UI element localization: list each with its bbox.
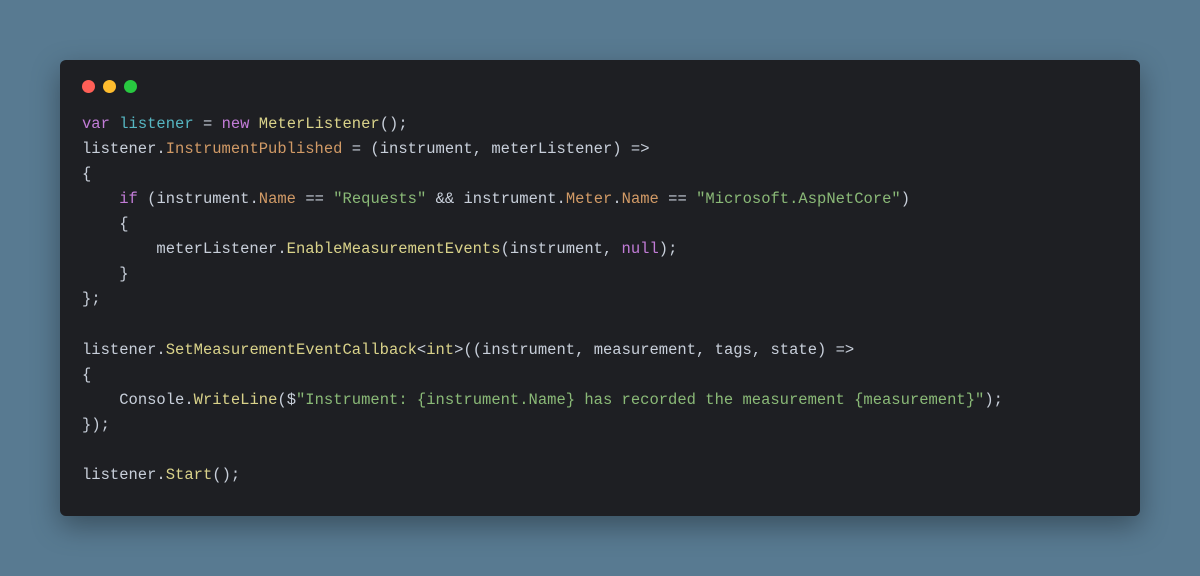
prop-meter: Meter xyxy=(566,190,613,208)
window-titlebar xyxy=(82,78,1118,96)
kw-var: var xyxy=(82,115,110,133)
prop-instrumentpublished: InstrumentPublished xyxy=(166,140,343,158)
code-block: var listener = new MeterListener(); list… xyxy=(82,112,1118,489)
fn-setmeasurementeventcallback: SetMeasurementEventCallback xyxy=(166,341,417,359)
traffic-light-zoom-icon[interactable] xyxy=(124,80,137,93)
str-aspnet: "Microsoft.AspNetCore" xyxy=(696,190,901,208)
fn-start: Start xyxy=(166,466,213,484)
code-window: var listener = new MeterListener(); list… xyxy=(60,60,1140,517)
fn-writeline: WriteLine xyxy=(194,391,278,409)
id-console: Console xyxy=(119,391,184,409)
id-listener: listener xyxy=(119,115,193,133)
param-measurement: measurement xyxy=(594,341,696,359)
fn-enablemeasurementevents: EnableMeasurementEvents xyxy=(287,240,501,258)
type-meterlistener: MeterListener xyxy=(259,115,380,133)
str-requests: "Requests" xyxy=(333,190,426,208)
op-eq: = xyxy=(203,115,212,133)
param-instrument: instrument xyxy=(380,140,473,158)
type-int: int xyxy=(426,341,454,359)
traffic-light-close-icon[interactable] xyxy=(82,80,95,93)
param-tags: tags xyxy=(715,341,752,359)
param-meterlistener: meterListener xyxy=(491,140,612,158)
kw-if: if xyxy=(119,190,138,208)
traffic-light-minimize-icon[interactable] xyxy=(103,80,116,93)
prop-name: Name xyxy=(259,190,296,208)
str-interpolated: "Instrument: {instrument.Name} has recor… xyxy=(296,391,984,409)
kw-null: null xyxy=(622,240,659,258)
kw-new: new xyxy=(222,115,250,133)
param-state: state xyxy=(770,341,817,359)
id-listener: listener xyxy=(82,140,156,158)
